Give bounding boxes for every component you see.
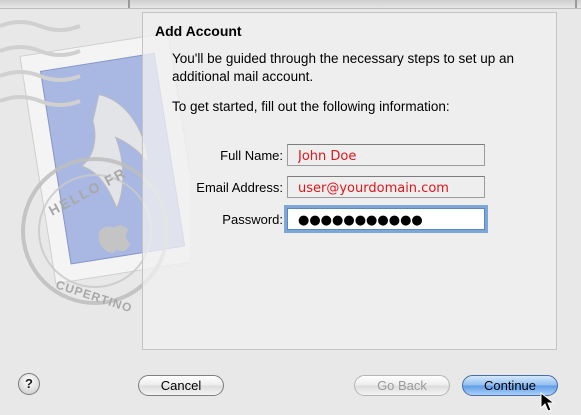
instruction-text: To get started, fill out the following i… xyxy=(172,99,450,114)
description-text: You'll be guided through the necessary s… xyxy=(172,51,515,84)
mouse-pointer-icon xyxy=(540,392,556,412)
top-strip-divider xyxy=(575,0,577,8)
email-field[interactable] xyxy=(287,176,485,198)
page-title: Add Account xyxy=(155,23,242,39)
full-name-field[interactable] xyxy=(287,144,485,166)
full-name-label: Full Name: xyxy=(220,148,283,163)
password-field[interactable] xyxy=(287,208,485,230)
cancel-button[interactable]: Cancel xyxy=(138,375,224,396)
help-button[interactable]: ? xyxy=(18,373,40,395)
go-back-button[interactable]: Go Back xyxy=(354,375,450,396)
password-label: Password: xyxy=(222,212,283,227)
email-label: Email Address: xyxy=(196,180,283,195)
add-account-panel: Add Account You'll be guided through the… xyxy=(142,12,557,350)
